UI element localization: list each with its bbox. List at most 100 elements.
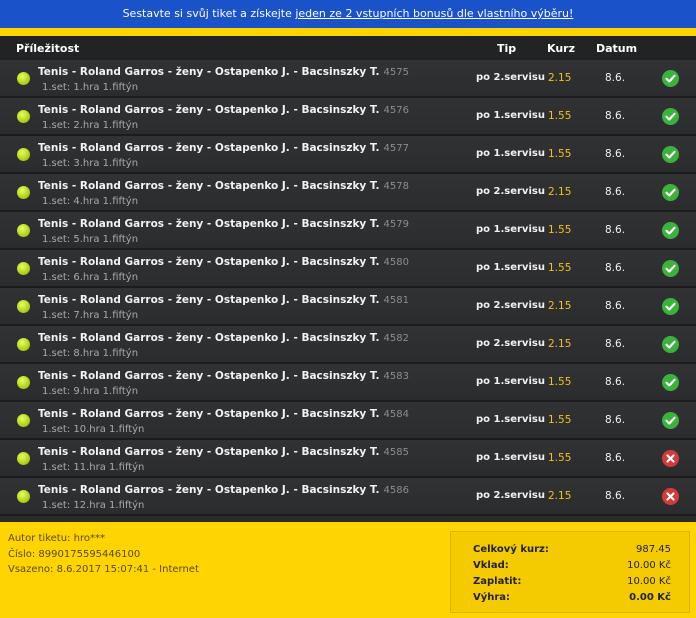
tennis-ball-icon — [17, 262, 30, 275]
event-id: 4575 — [383, 67, 409, 78]
event-title: Tenis - Roland Garros - ženy - Ostapenko… — [38, 370, 409, 382]
check-icon — [662, 374, 679, 391]
summary-stake: Vklad: 10.00 Kč — [473, 560, 671, 571]
tennis-ball-icon — [17, 452, 30, 465]
bet-tip: po 1.servisu — [476, 148, 545, 159]
bet-tip: po 1.servisu — [476, 262, 545, 273]
bet-odds: 1.55 — [548, 262, 572, 274]
tennis-ball-icon — [17, 376, 30, 389]
bet-tip: po 2.servisu — [476, 490, 545, 501]
event-market: 1.set: 1.hra 1.fiftýn — [42, 82, 139, 93]
table-row[interactable]: Tenis - Roland Garros - ženy - Ostapenko… — [0, 98, 696, 136]
table-row[interactable]: Tenis - Roland Garros - ženy - Ostapenko… — [0, 326, 696, 364]
table-row[interactable]: Tenis - Roland Garros - ženy - Ostapenko… — [0, 478, 696, 516]
bet-tip: po 2.servisu — [476, 338, 545, 349]
bet-odds: 1.55 — [548, 224, 572, 236]
table-row[interactable]: Tenis - Roland Garros - ženy - Ostapenko… — [0, 174, 696, 212]
bet-odds: 1.55 — [548, 414, 572, 426]
bet-tip: po 1.servisu — [476, 452, 545, 463]
table-body: Tenis - Roland Garros - ženy - Ostapenko… — [0, 60, 696, 516]
banner-divider — [0, 28, 696, 36]
event-id: 4577 — [383, 143, 409, 154]
event-market: 1.set: 8.hra 1.fiftýn — [42, 348, 139, 359]
event-market: 1.set: 2.hra 1.fiftýn — [42, 120, 139, 131]
table-row[interactable]: Tenis - Roland Garros - ženy - Ostapenko… — [0, 402, 696, 440]
event-date: 8.6. — [605, 72, 626, 84]
ticket-summary: Celkový kurz: 987.45 Vklad: 10.00 Kč Zap… — [450, 531, 690, 613]
table-row[interactable]: Tenis - Roland Garros - ženy - Ostapenko… — [0, 440, 696, 478]
event-date: 8.6. — [605, 338, 626, 350]
bet-tip: po 2.servisu — [476, 72, 545, 83]
bet-odds: 2.15 — [548, 338, 572, 350]
check-icon — [662, 146, 679, 163]
bet-odds: 1.55 — [548, 376, 572, 388]
header-odds: Kurz — [547, 42, 575, 55]
event-title: Tenis - Roland Garros - ženy - Ostapenko… — [38, 66, 409, 78]
event-id: 4579 — [383, 219, 409, 230]
table-header: Příležitost Tip Kurz Datum — [0, 36, 696, 60]
header-date: Datum — [596, 42, 638, 55]
event-id: 4580 — [383, 257, 409, 268]
bet-odds: 1.55 — [548, 110, 572, 122]
bet-tip: po 1.servisu — [476, 376, 545, 387]
ticket-author: Autor tiketu: hro*** — [8, 533, 105, 544]
event-title: Tenis - Roland Garros - ženy - Ostapenko… — [38, 446, 409, 458]
event-id: 4586 — [383, 485, 409, 496]
tennis-ball-icon — [17, 300, 30, 313]
check-icon — [662, 298, 679, 315]
check-icon — [662, 184, 679, 201]
ticket-number: Číslo: 8990175595446100 — [8, 548, 141, 560]
header-event: Příležitost — [16, 42, 80, 55]
table-row[interactable]: Tenis - Roland Garros - ženy - Ostapenko… — [0, 288, 696, 326]
check-icon — [662, 412, 679, 429]
event-market: 1.set: 11.hra 1.fiftýn — [42, 462, 145, 473]
event-date: 8.6. — [605, 148, 626, 160]
event-date: 8.6. — [605, 490, 626, 502]
tennis-ball-icon — [17, 148, 30, 161]
bet-odds: 1.55 — [548, 452, 572, 464]
bet-tip: po 1.servisu — [476, 110, 545, 121]
event-market: 1.set: 5.hra 1.fiftýn — [42, 234, 139, 245]
tennis-ball-icon — [17, 224, 30, 237]
check-icon — [662, 108, 679, 125]
event-id: 4576 — [383, 105, 409, 116]
event-market: 1.set: 10.hra 1.fiftýn — [42, 424, 145, 435]
table-row[interactable]: Tenis - Roland Garros - ženy - Ostapenko… — [0, 364, 696, 402]
event-market: 1.set: 9.hra 1.fiftýn — [42, 386, 139, 397]
event-market: 1.set: 7.hra 1.fiftýn — [42, 310, 139, 321]
event-id: 4583 — [383, 371, 409, 382]
bet-tip: po 2.servisu — [476, 186, 545, 197]
event-title: Tenis - Roland Garros - ženy - Ostapenko… — [38, 104, 409, 116]
tennis-ball-icon — [17, 490, 30, 503]
table-row[interactable]: Tenis - Roland Garros - ženy - Ostapenko… — [0, 250, 696, 288]
event-title: Tenis - Roland Garros - ženy - Ostapenko… — [38, 180, 409, 192]
bet-tip: po 2.servisu — [476, 300, 545, 311]
cross-icon — [662, 488, 679, 505]
event-date: 8.6. — [605, 376, 626, 388]
cross-icon — [662, 450, 679, 467]
promo-link[interactable]: jeden ze 2 vstupních bonusů dle vlastníh… — [295, 7, 573, 20]
check-icon — [662, 336, 679, 353]
ticket-table: Příležitost Tip Kurz Datum Tenis - Rolan… — [0, 36, 696, 522]
event-id: 4581 — [383, 295, 409, 306]
event-title: Tenis - Roland Garros - ženy - Ostapenko… — [38, 256, 409, 268]
event-date: 8.6. — [605, 414, 626, 426]
header-tip: Tip — [497, 42, 517, 55]
tennis-ball-icon — [17, 338, 30, 351]
table-row[interactable]: Tenis - Roland Garros - ženy - Ostapenko… — [0, 212, 696, 250]
ticket-placed: Vsazeno: 8.6.2017 15:07:41 - Internet — [8, 564, 199, 575]
table-row[interactable]: Tenis - Roland Garros - ženy - Ostapenko… — [0, 60, 696, 98]
event-title: Tenis - Roland Garros - ženy - Ostapenko… — [38, 408, 409, 420]
ticket-info: Autor tiketu: hro*** Číslo: 899017559544… — [8, 531, 199, 578]
event-date: 8.6. — [605, 110, 626, 122]
event-market: 1.set: 6.hra 1.fiftýn — [42, 272, 139, 283]
event-date: 8.6. — [605, 262, 626, 274]
promo-banner: Sestavte si svůj tiket a získejte jeden … — [0, 0, 696, 28]
event-title: Tenis - Roland Garros - ženy - Ostapenko… — [38, 218, 409, 230]
event-title: Tenis - Roland Garros - ženy - Ostapenko… — [38, 484, 409, 496]
summary-pay: Zaplatit: 10.00 Kč — [473, 576, 671, 587]
event-id: 4585 — [383, 447, 409, 458]
tennis-ball-icon — [17, 186, 30, 199]
table-row[interactable]: Tenis - Roland Garros - ženy - Ostapenko… — [0, 136, 696, 174]
tennis-ball-icon — [17, 110, 30, 123]
